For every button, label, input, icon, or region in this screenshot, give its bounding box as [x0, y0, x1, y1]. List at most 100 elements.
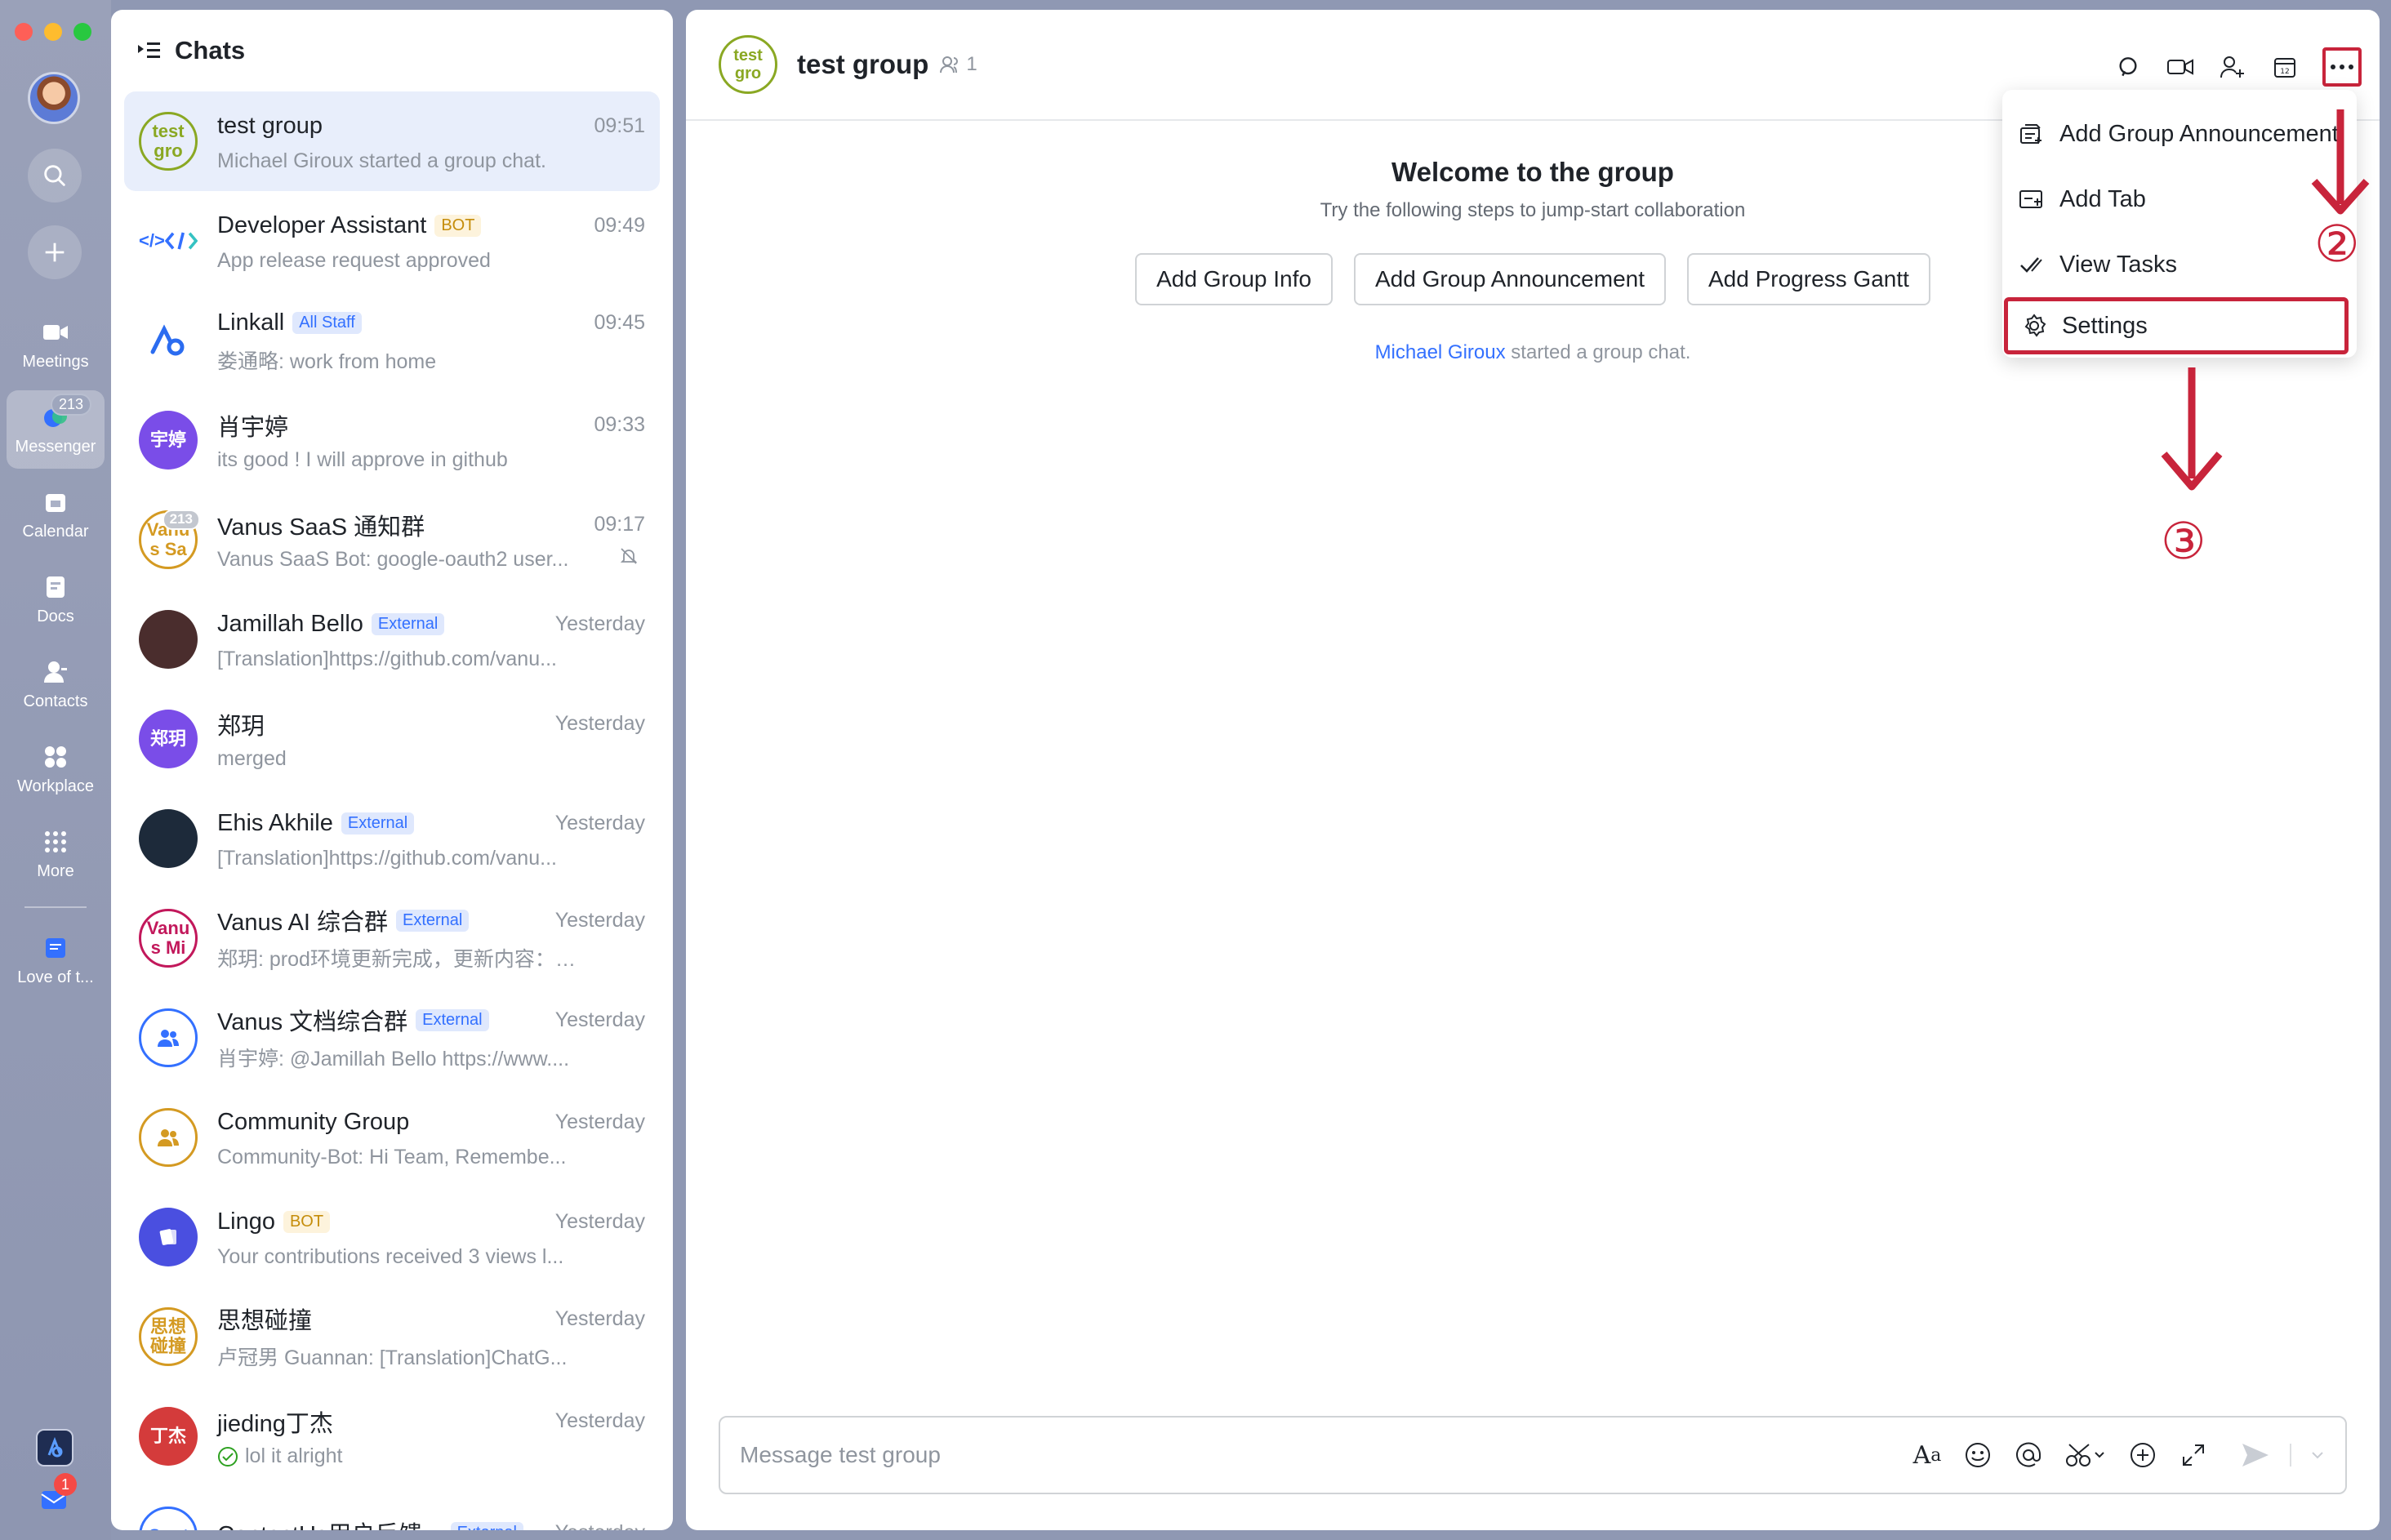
chat-avatar: </>	[139, 211, 198, 270]
chat-title[interactable]: test group	[797, 49, 928, 80]
annotation-step2: ②	[2314, 214, 2360, 274]
chat-list-item[interactable]: Jamillah Bello External Yesterday [Translat…	[124, 590, 660, 689]
nav-workplace[interactable]: Workplace	[7, 730, 105, 808]
emoji-icon[interactable]	[1961, 1439, 1994, 1471]
chat-list-item[interactable]: Community Group Yesterday Community-Bot: H…	[124, 1088, 660, 1187]
mail-app-icon[interactable]: 1	[36, 1473, 77, 1517]
menu-item-label: Add Group Announcement	[2059, 120, 2339, 147]
code-icon	[164, 232, 198, 250]
annotation-step3: ③	[2161, 511, 2206, 571]
chat-avatar: 郑玥	[139, 710, 198, 768]
nav-docs[interactable]: Docs	[7, 560, 105, 639]
add-group-info-button[interactable]: Add Group Info	[1135, 253, 1333, 305]
search-icon	[44, 165, 65, 186]
unread-badge: 213	[51, 394, 92, 416]
chat-name: Jamillah Bello	[217, 611, 363, 637]
window-controls	[15, 23, 91, 41]
chat-time: Yesterday	[554, 1110, 645, 1133]
chat-item-body: Lingo BOT Yesterday Your contributions rece…	[217, 1206, 645, 1269]
nav-calendar[interactable]: Calendar	[7, 475, 105, 554]
close-window-button[interactable]	[15, 23, 33, 41]
status-check-icon	[217, 1444, 245, 1467]
send-options-chevron-icon[interactable]	[2309, 1439, 2326, 1471]
chat-list-item[interactable]: 思想 碰撞 思想碰撞 Yesterday 卢冠男 Guannan: [Translat…	[124, 1287, 660, 1386]
mute-bell-icon	[619, 546, 639, 570]
mention-icon[interactable]	[2012, 1439, 2045, 1471]
menu-view-tasks[interactable]: View Tasks	[2002, 232, 2357, 297]
collapse-list-icon[interactable]	[137, 40, 162, 61]
chat-list-item[interactable]: test gro test group 09:51 Michael Giroux st…	[124, 91, 660, 191]
member-count[interactable]: 1	[940, 53, 977, 76]
chat-preview-text: lol it alright	[245, 1444, 343, 1467]
chat-item-header: Community Group Yesterday	[217, 1106, 645, 1139]
nav-contacts[interactable]: Contacts	[7, 645, 105, 723]
add-member-button[interactable]	[2218, 52, 2247, 82]
nav-meetings[interactable]: Meetings	[7, 305, 105, 384]
system-message-text: started a group chat.	[1505, 341, 1691, 363]
maximize-window-button[interactable]	[73, 23, 91, 41]
chat-avatar: Vanu s Sa 213	[139, 510, 200, 569]
more-options-button[interactable]	[2322, 47, 2362, 87]
add-progress-gantt-button[interactable]: Add Progress Gantt	[1687, 253, 1930, 305]
chat-preview: [Translation]https://github.com/vanu...	[217, 847, 577, 870]
chat-list-item[interactable]: Vanu s Sa 213 Vanus SaaS 通知群 09:17 Vanus Saa…	[124, 490, 660, 590]
chat-item-body: jieding丁杰 Yesterday lol it alright	[217, 1405, 645, 1468]
video-call-icon	[2167, 59, 2193, 75]
menu-item-label: View Tasks	[2059, 251, 2177, 278]
menu-settings[interactable]: Settings	[2004, 297, 2349, 354]
chat-list-item[interactable]: Vanus 文档综合群 External Yesterday 肖宇婷: @Jamill…	[124, 988, 660, 1088]
chat-list-item[interactable]: Vanu s Mi Vanus AI 综合群 External Yesterday 郑玥…	[124, 888, 660, 988]
search-button[interactable]	[28, 149, 82, 203]
system-message-user-link[interactable]: Michael Giroux	[1375, 341, 1506, 363]
screenshot-scissors-icon[interactable]	[2063, 1439, 2108, 1471]
group-avatar[interactable]: test gro	[719, 35, 777, 94]
chat-name: Lingo	[217, 1208, 275, 1235]
video-call-button[interactable]	[2166, 52, 2195, 82]
chat-item-header: Linkall All Staff 09:45	[217, 306, 645, 339]
chat-time: 09:51	[594, 114, 645, 137]
user-avatar[interactable]	[28, 72, 80, 124]
chat-name: Vanus AI 综合群	[217, 910, 388, 936]
chat-list-item[interactable]: 丁杰 jieding丁杰 Yesterday lol it alright	[124, 1386, 660, 1486]
nav-messenger[interactable]: 213 Messenger	[7, 390, 105, 469]
chat-tag-badge: All Staff	[292, 311, 362, 334]
group-icon	[158, 1030, 179, 1047]
nav-doc-shortcut[interactable]: Love of t...	[7, 921, 105, 999]
chat-item-header: 肖宇婷 09:33	[217, 409, 645, 442]
chat-name: 肖宇婷	[217, 414, 289, 441]
nav-more[interactable]: More	[7, 815, 105, 893]
chat-list-item[interactable]: Cont ContactUs用户反馈... External Yesterday	[124, 1486, 660, 1530]
send-icon[interactable]	[2239, 1439, 2272, 1471]
chat-avatar: 思想 碰撞	[139, 1307, 198, 1366]
chat-preview: [Translation]https://github.com/vanu...	[217, 648, 577, 671]
chat-list-item[interactable]: 宇婷 肖宇婷 09:33 its good ! I will approve in g…	[124, 390, 660, 490]
chat-list-item[interactable]: </> Developer Assistant BOT 09:49 App releas…	[124, 191, 660, 291]
chat-preview-text: Vanus SaaS Bot: google-oauth2 user...	[217, 547, 569, 571]
expand-editor-icon[interactable]	[2177, 1439, 2210, 1471]
chat-preview: 卢冠男 Guannan: [Translation]ChatG...	[217, 1342, 577, 1371]
chat-item-header: 思想碰撞 Yesterday	[217, 1302, 645, 1335]
add-group-announcement-button[interactable]: Add Group Announcement	[1353, 253, 1666, 305]
chat-list-item[interactable]: Ehis Akhile External Yesterday [Translation…	[124, 789, 660, 888]
chat-list-item[interactable]: Lingo BOT Yesterday Your contributions rece…	[124, 1187, 660, 1287]
menu-item-label: Settings	[2062, 312, 2148, 339]
chat-list-item[interactable]: 郑玥 郑玥 Yesterday merged	[124, 689, 660, 789]
minimize-window-button[interactable]	[44, 23, 62, 41]
chat-item-body: 思想碰撞 Yesterday 卢冠男 Guannan: [Translation]C…	[217, 1302, 645, 1371]
svg-text:12: 12	[2280, 68, 2289, 76]
chat-item-body: Developer Assistant BOT 09:49 App release r…	[217, 210, 645, 273]
chat-list-item[interactable]: Linkall All Staff 09:45 娄通略: work from home	[124, 291, 660, 390]
chat-preview-text: Michael Giroux started a group chat.	[217, 149, 546, 172]
search-chat-button[interactable]	[2113, 52, 2143, 82]
chat-time: Yesterday	[554, 1008, 645, 1031]
linkall-app-icon[interactable]	[36, 1429, 73, 1467]
chat-tag-badge: External	[341, 812, 415, 835]
text-format-icon[interactable]: Aa	[1911, 1439, 1944, 1471]
chat-item-header: Vanus 文档综合群 External Yesterday	[217, 1004, 645, 1036]
create-button[interactable]	[28, 225, 82, 279]
calendar-button[interactable]: 12	[2270, 52, 2300, 82]
message-input[interactable]: Message test group	[740, 1442, 941, 1468]
add-attachment-icon[interactable]	[2126, 1439, 2159, 1471]
message-composer[interactable]: Message test group Aa	[719, 1416, 2347, 1494]
chat-time: Yesterday	[554, 1306, 645, 1330]
